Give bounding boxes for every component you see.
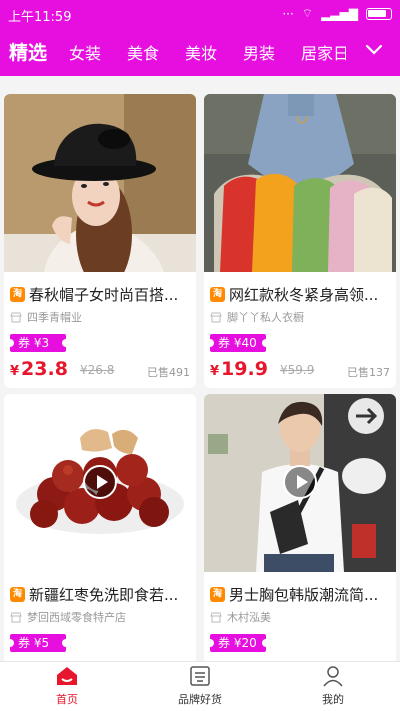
taobao-badge-icon: 淘 bbox=[10, 286, 25, 302]
product-title[interactable]: 新疆红枣免洗即食若... bbox=[29, 584, 178, 605]
shop-name: 脚丫丫私人衣橱 bbox=[227, 311, 304, 324]
tab-womens[interactable]: 女装 bbox=[69, 40, 101, 64]
sold-count: 已售491 bbox=[147, 366, 190, 379]
price-row: ¥19.9 ¥59.9 已售137 bbox=[210, 358, 390, 384]
product-title-row: 淘 春秋帽子女时尚百搭... bbox=[10, 284, 190, 304]
shop-row: 梦回西域零食特产店 bbox=[10, 609, 126, 625]
product-card[interactable]: 淘 网红款秋冬紧身高领... 脚丫丫私人衣橱 券 ¥40 ¥19.9 ¥59.9… bbox=[204, 94, 396, 388]
currency-symbol: ¥ bbox=[210, 364, 220, 379]
product-card[interactable]: 淘 新疆红枣免洗即食若... 梦回西域零食特产店 券 ¥5 bbox=[4, 394, 196, 664]
coupon-badge[interactable]: 券 ¥40 bbox=[206, 334, 270, 352]
price-row: ¥23.8 ¥26.8 已售491 bbox=[10, 358, 190, 384]
category-tabbar: 精选 女装 美食 美妆 男装 居家日 bbox=[0, 28, 400, 76]
price: ¥23.8 bbox=[10, 358, 68, 380]
nav-brand-goods-label: 品牌好货 bbox=[178, 693, 222, 706]
nav-mine[interactable]: 我的 bbox=[288, 665, 378, 707]
coupon-badge[interactable]: 券 ¥20 bbox=[206, 634, 270, 652]
home-icon bbox=[57, 667, 77, 685]
coupon-badge[interactable]: 券 ¥3 bbox=[6, 334, 70, 352]
original-price: ¥59.9 bbox=[280, 363, 315, 377]
shop-icon bbox=[210, 312, 222, 322]
product-title[interactable]: 春秋帽子女时尚百搭... bbox=[29, 284, 178, 305]
signal-icon: ▂▃▅▇ bbox=[321, 6, 358, 21]
nav-home-label: 首页 bbox=[56, 693, 78, 706]
status-time: 上午11:59 bbox=[8, 10, 72, 25]
shop-name: 木村泓美 bbox=[227, 611, 271, 624]
shop-icon bbox=[210, 612, 222, 622]
product-image[interactable] bbox=[204, 94, 396, 272]
product-title[interactable]: 网红款秋冬紧身高领... bbox=[229, 284, 378, 305]
shop-name: 梦回西域零食特产店 bbox=[27, 611, 126, 624]
nav-mine-label: 我的 bbox=[322, 693, 344, 706]
shop-icon bbox=[10, 612, 22, 622]
user-icon bbox=[323, 666, 343, 687]
status-bar: 上午11:59 ··· ⌔ ▂▃▅▇ bbox=[0, 0, 400, 28]
more-dots-icon: ··· bbox=[282, 6, 294, 21]
coupon-badge[interactable]: 券 ¥5 bbox=[6, 634, 70, 652]
product-image[interactable] bbox=[204, 394, 396, 572]
taobao-badge-icon: 淘 bbox=[210, 286, 225, 302]
chevron-down-icon[interactable] bbox=[364, 40, 384, 60]
battery-icon bbox=[366, 7, 392, 20]
product-image[interactable] bbox=[4, 94, 196, 272]
price-value: 19.9 bbox=[221, 358, 268, 380]
category-tabs: 精选 女装 美食 美妆 男装 居家日 bbox=[0, 28, 346, 76]
product-card[interactable]: 淘 男士胸包韩版潮流简... 木村泓美 券 ¥20 bbox=[204, 394, 396, 664]
tab-mens[interactable]: 男装 bbox=[243, 40, 275, 64]
product-title-row: 淘 新疆红枣免洗即食若... bbox=[10, 584, 190, 604]
tab-featured[interactable]: 精选 bbox=[9, 38, 47, 65]
tab-food[interactable]: 美食 bbox=[127, 40, 159, 64]
taobao-badge-icon: 淘 bbox=[210, 586, 225, 602]
product-image[interactable] bbox=[4, 394, 196, 572]
shop-row: 四季青帽业 bbox=[10, 309, 82, 325]
nav-brand-goods[interactable]: 品牌好货 bbox=[155, 665, 245, 707]
status-icons: ··· ⌔ ▂▃▅▇ bbox=[282, 6, 392, 21]
price: ¥19.9 bbox=[210, 358, 268, 380]
product-title[interactable]: 男士胸包韩版潮流简... bbox=[229, 584, 378, 605]
product-title-row: 淘 网红款秋冬紧身高领... bbox=[210, 284, 390, 304]
product-title-row: 淘 男士胸包韩版潮流简... bbox=[210, 584, 390, 604]
shop-name: 四季青帽业 bbox=[27, 311, 82, 324]
price-value: 23.8 bbox=[21, 358, 68, 380]
wifi-icon: ⌔ bbox=[301, 6, 314, 20]
shop-icon bbox=[10, 312, 22, 322]
brand-goods-icon bbox=[190, 666, 210, 686]
shop-row: 脚丫丫私人衣橱 bbox=[210, 309, 304, 325]
sold-count: 已售137 bbox=[347, 366, 390, 379]
taobao-badge-icon: 淘 bbox=[10, 586, 25, 602]
tab-beauty[interactable]: 美妆 bbox=[185, 40, 217, 64]
nav-home[interactable]: 首页 bbox=[22, 665, 112, 707]
tab-home[interactable]: 居家日 bbox=[301, 40, 346, 64]
original-price: ¥26.8 bbox=[80, 363, 115, 377]
play-video-icon[interactable] bbox=[283, 465, 317, 499]
bottom-nav: 首页 品牌好货 我的 bbox=[0, 661, 400, 711]
shop-row: 木村泓美 bbox=[210, 609, 271, 625]
currency-symbol: ¥ bbox=[10, 364, 20, 379]
product-card[interactable]: 淘 春秋帽子女时尚百搭... 四季青帽业 券 ¥3 ¥23.8 ¥26.8 已售… bbox=[4, 94, 196, 388]
play-video-icon[interactable] bbox=[83, 465, 117, 499]
